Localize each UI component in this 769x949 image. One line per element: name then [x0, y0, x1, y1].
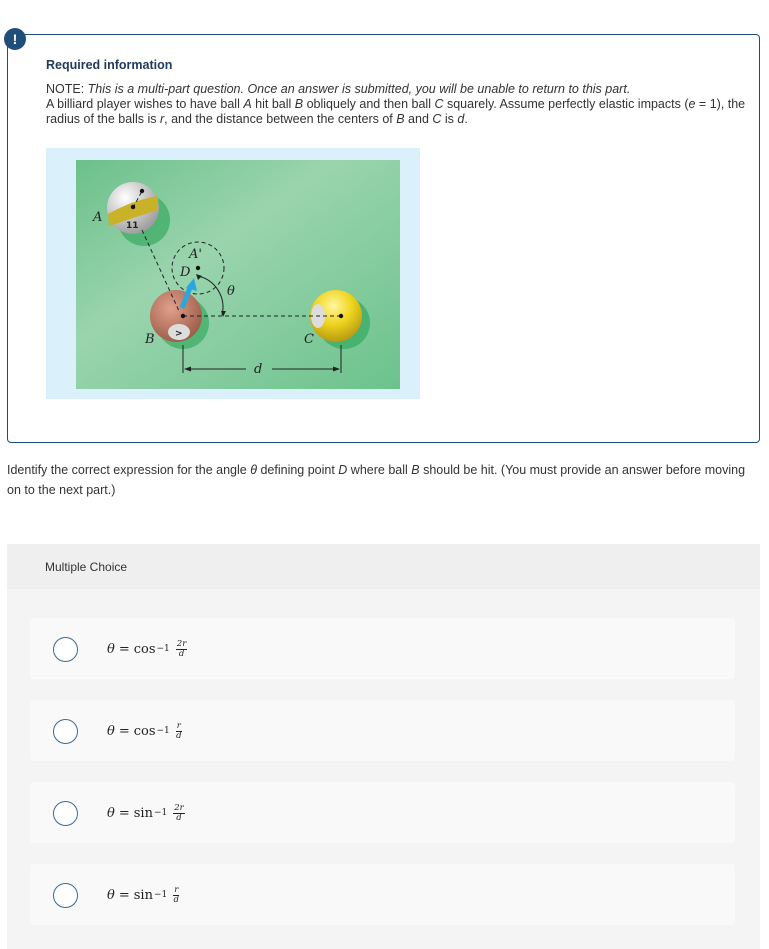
billiard-figure: 11 > A A' D θ B C d	[46, 148, 420, 399]
multiple-choice-panel: Multiple Choice θ = cos −1 2r d θ = cos −1 rd θ…	[7, 544, 760, 949]
choice-option-1[interactable]: θ = cos −1 2r d	[30, 618, 735, 679]
problem-statement: NOTE: This is a multi-part question. Onc…	[46, 82, 746, 126]
radio-button[interactable]	[53, 637, 78, 662]
label-theta: θ	[227, 284, 235, 299]
radio-button[interactable]	[53, 719, 78, 744]
radio-button[interactable]	[53, 801, 78, 826]
choice-expression: θ = cos −1 2r d	[107, 638, 188, 659]
billiard-diagram: 11 > A A' D θ B C d	[76, 160, 400, 389]
required-information-title: Required information	[46, 58, 173, 72]
choice-expression: θ = sin −1 2r d	[107, 802, 185, 823]
label-d-point: D	[179, 265, 191, 280]
choice-option-2[interactable]: θ = cos −1 rd	[30, 700, 735, 761]
multiple-choice-label: Multiple Choice	[45, 560, 128, 574]
label-d-distance: d	[254, 362, 262, 377]
note-text: This is a multi-part question. Once an a…	[87, 82, 631, 96]
question-prompt: Identify the correct expression for the …	[7, 463, 746, 497]
alert-icon: !	[4, 28, 26, 50]
label-a: A	[92, 210, 102, 225]
label-a-prime: A'	[188, 247, 202, 262]
svg-text:>: >	[175, 329, 183, 339]
multiple-choice-header: Multiple Choice	[7, 544, 760, 589]
choice-option-3[interactable]: θ = sin −1 2r d	[30, 782, 735, 843]
label-c: C	[304, 332, 314, 347]
choice-option-4[interactable]: θ = sin −1 rd	[30, 864, 735, 925]
label-b: B	[144, 332, 155, 347]
ball-b: >	[150, 290, 202, 342]
required-information-box: Required information NOTE: This is a mul…	[7, 34, 760, 443]
choice-expression: θ = cos −1 rd	[107, 720, 182, 741]
radio-button[interactable]	[53, 883, 78, 908]
svg-text:11: 11	[126, 221, 139, 231]
note-label: NOTE:	[46, 82, 88, 96]
choice-expression: θ = sin −1 rd	[107, 884, 180, 905]
